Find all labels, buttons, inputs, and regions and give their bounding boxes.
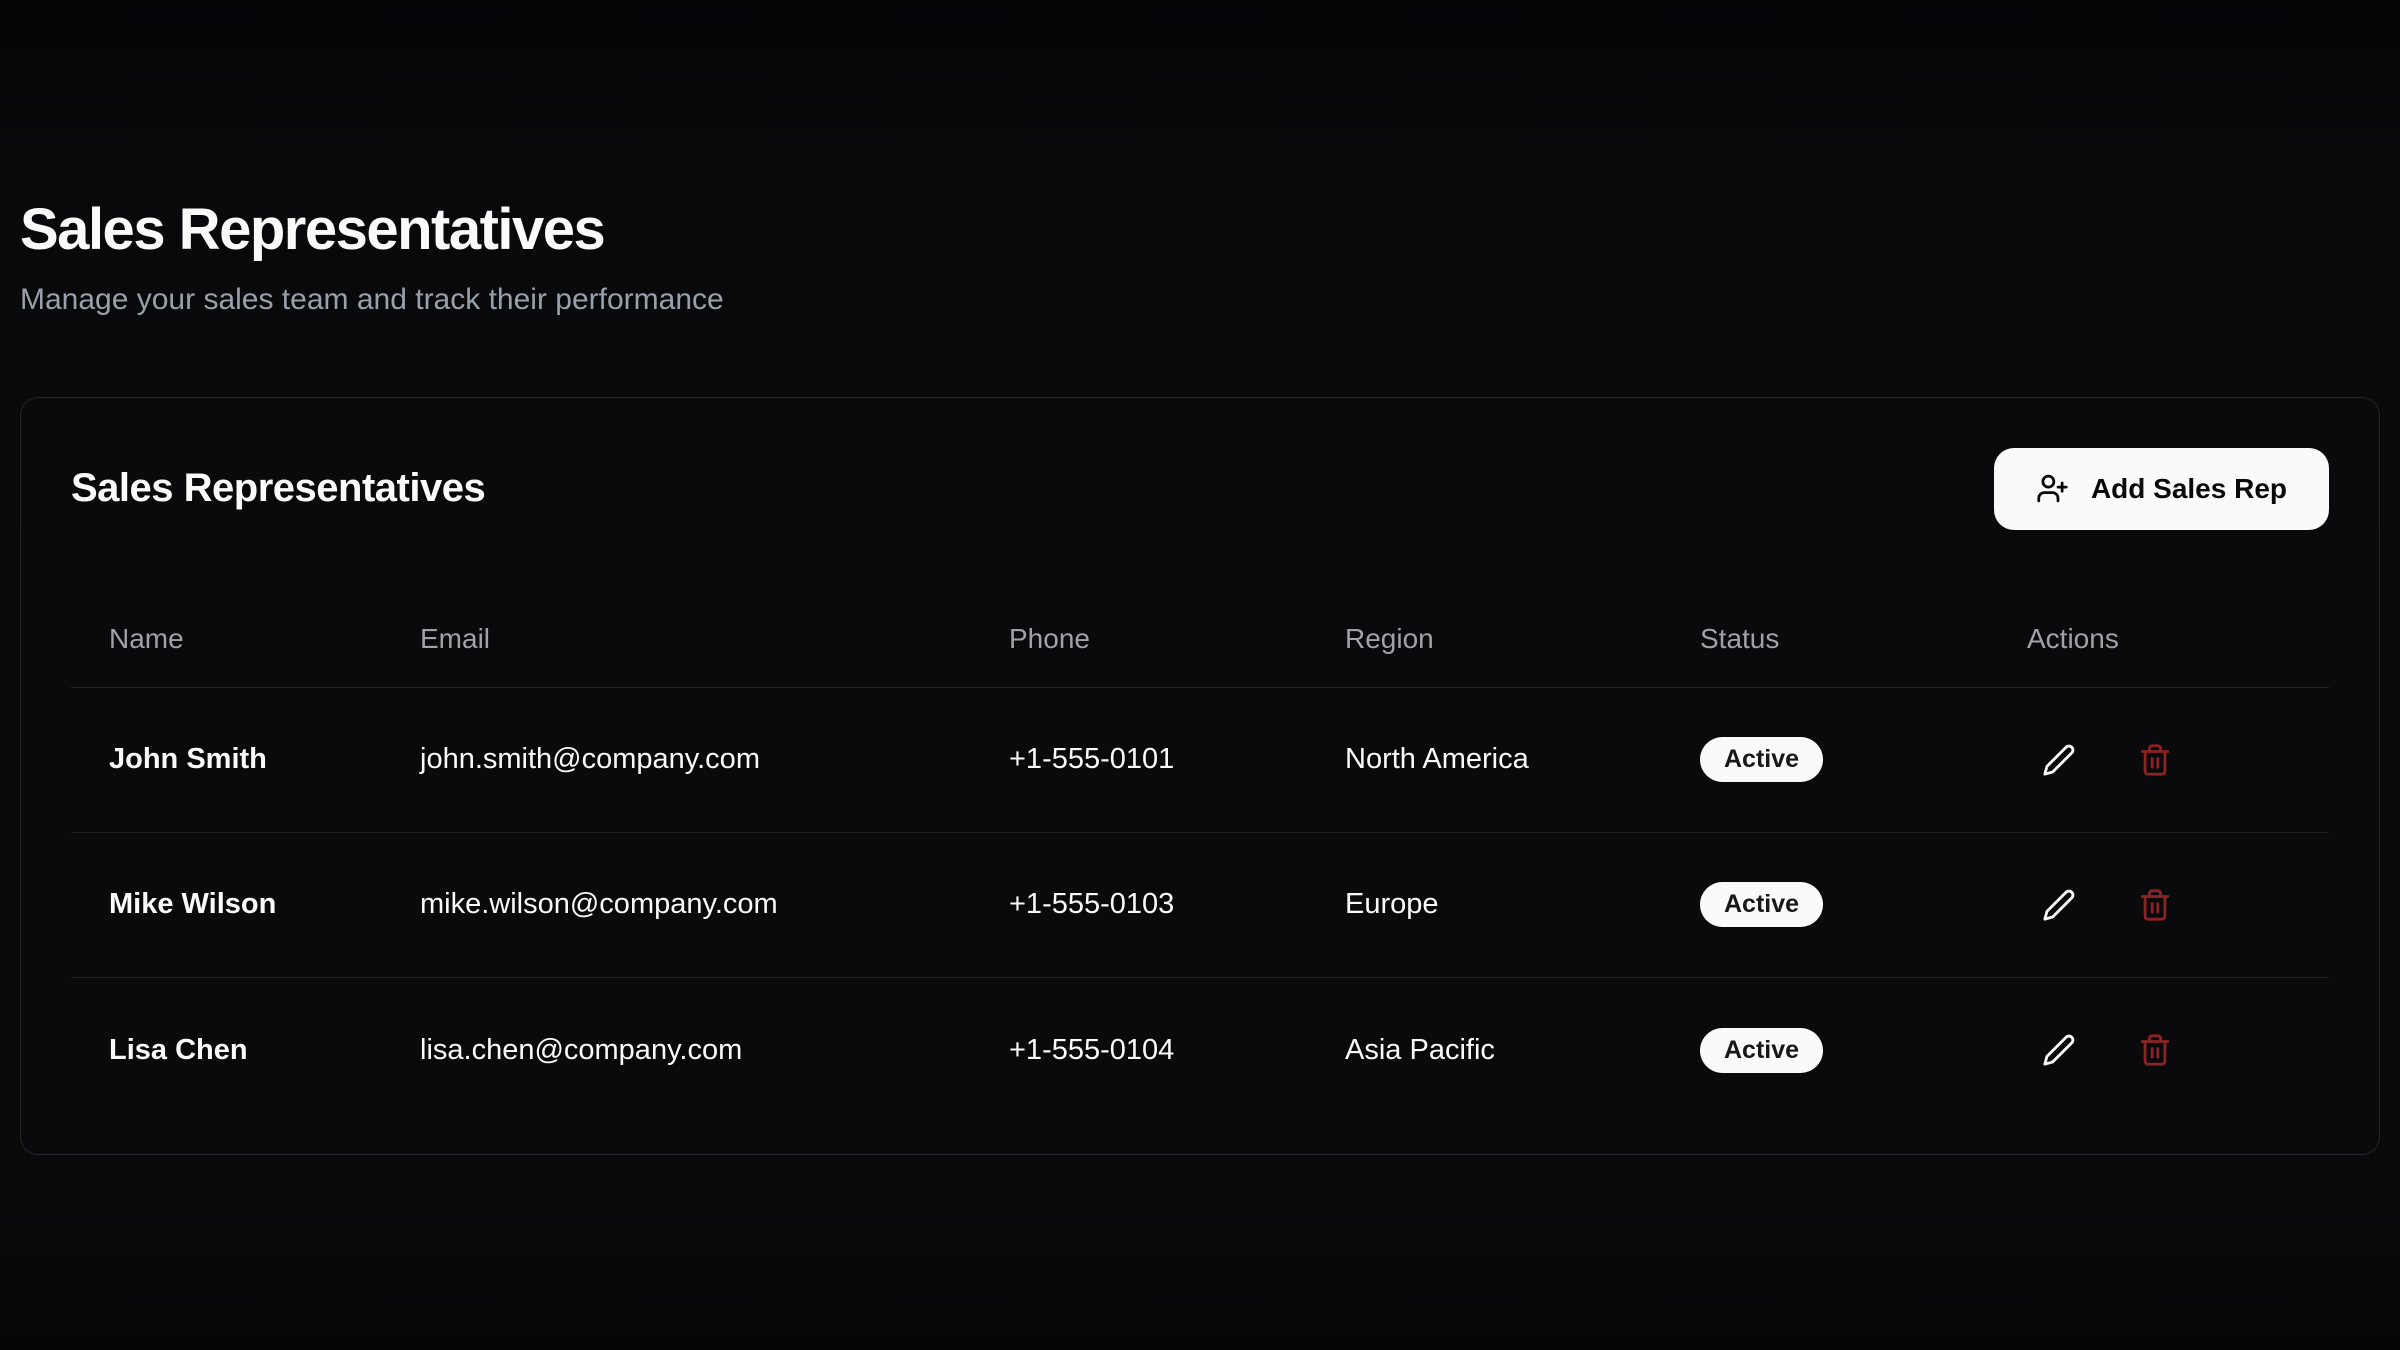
card-header: Sales Representatives Add Sales Rep xyxy=(71,398,2329,530)
cell-email: lisa.chen@company.com xyxy=(382,1034,971,1067)
column-header-status: Status xyxy=(1662,623,1989,655)
cell-name: Mike Wilson xyxy=(71,888,382,921)
add-sales-rep-button[interactable]: Add Sales Rep xyxy=(1994,448,2329,530)
cell-status: Active xyxy=(1662,1028,1989,1073)
delete-button[interactable] xyxy=(2123,873,2187,937)
cell-region: Europe xyxy=(1307,888,1662,921)
cell-name: Lisa Chen xyxy=(71,1034,382,1067)
page: Sales Representatives Manage your sales … xyxy=(0,0,2400,1155)
cell-status: Active xyxy=(1662,737,1989,782)
add-sales-rep-label: Add Sales Rep xyxy=(2091,473,2287,505)
sales-reps-card: Sales Representatives Add Sales Rep Name… xyxy=(20,397,2380,1155)
status-badge: Active xyxy=(1700,882,1823,927)
cell-name: John Smith xyxy=(71,743,382,776)
column-header-email: Email xyxy=(382,623,971,655)
status-badge: Active xyxy=(1700,1028,1823,1073)
cell-status: Active xyxy=(1662,882,1989,927)
trash-icon xyxy=(2138,1033,2172,1067)
page-subtitle: Manage your sales team and track their p… xyxy=(20,280,2380,319)
card-title: Sales Representatives xyxy=(71,466,485,511)
user-plus-icon xyxy=(2036,472,2069,505)
cell-phone: +1-555-0103 xyxy=(971,888,1307,921)
edit-button[interactable] xyxy=(2027,873,2091,937)
pencil-icon xyxy=(2042,743,2076,777)
delete-button[interactable] xyxy=(2123,728,2187,792)
page-title: Sales Representatives xyxy=(20,0,2380,262)
cell-phone: +1-555-0101 xyxy=(971,743,1307,776)
table-row: John Smith john.smith@company.com +1-555… xyxy=(71,688,2329,833)
column-header-phone: Phone xyxy=(971,623,1307,655)
column-header-actions: Actions xyxy=(1989,623,2329,655)
pencil-icon xyxy=(2042,1033,2076,1067)
cell-actions xyxy=(1989,728,2329,792)
delete-button[interactable] xyxy=(2123,1018,2187,1082)
edit-button[interactable] xyxy=(2027,1018,2091,1082)
table-header-row: Name Email Phone Region Status Actions xyxy=(71,592,2329,688)
cell-actions xyxy=(1989,1018,2329,1082)
column-header-name: Name xyxy=(71,623,382,655)
column-header-region: Region xyxy=(1307,623,1662,655)
pencil-icon xyxy=(2042,888,2076,922)
status-badge: Active xyxy=(1700,737,1823,782)
cell-email: mike.wilson@company.com xyxy=(382,888,971,921)
cell-email: john.smith@company.com xyxy=(382,743,971,776)
table-row: Mike Wilson mike.wilson@company.com +1-5… xyxy=(71,833,2329,978)
edit-button[interactable] xyxy=(2027,728,2091,792)
trash-icon xyxy=(2138,743,2172,777)
cell-phone: +1-555-0104 xyxy=(971,1034,1307,1067)
sales-reps-table: Name Email Phone Region Status Actions J… xyxy=(71,592,2329,1123)
cell-actions xyxy=(1989,873,2329,937)
cell-region: Asia Pacific xyxy=(1307,1034,1662,1067)
cell-region: North America xyxy=(1307,743,1662,776)
table-row: Lisa Chen lisa.chen@company.com +1-555-0… xyxy=(71,978,2329,1123)
trash-icon xyxy=(2138,888,2172,922)
